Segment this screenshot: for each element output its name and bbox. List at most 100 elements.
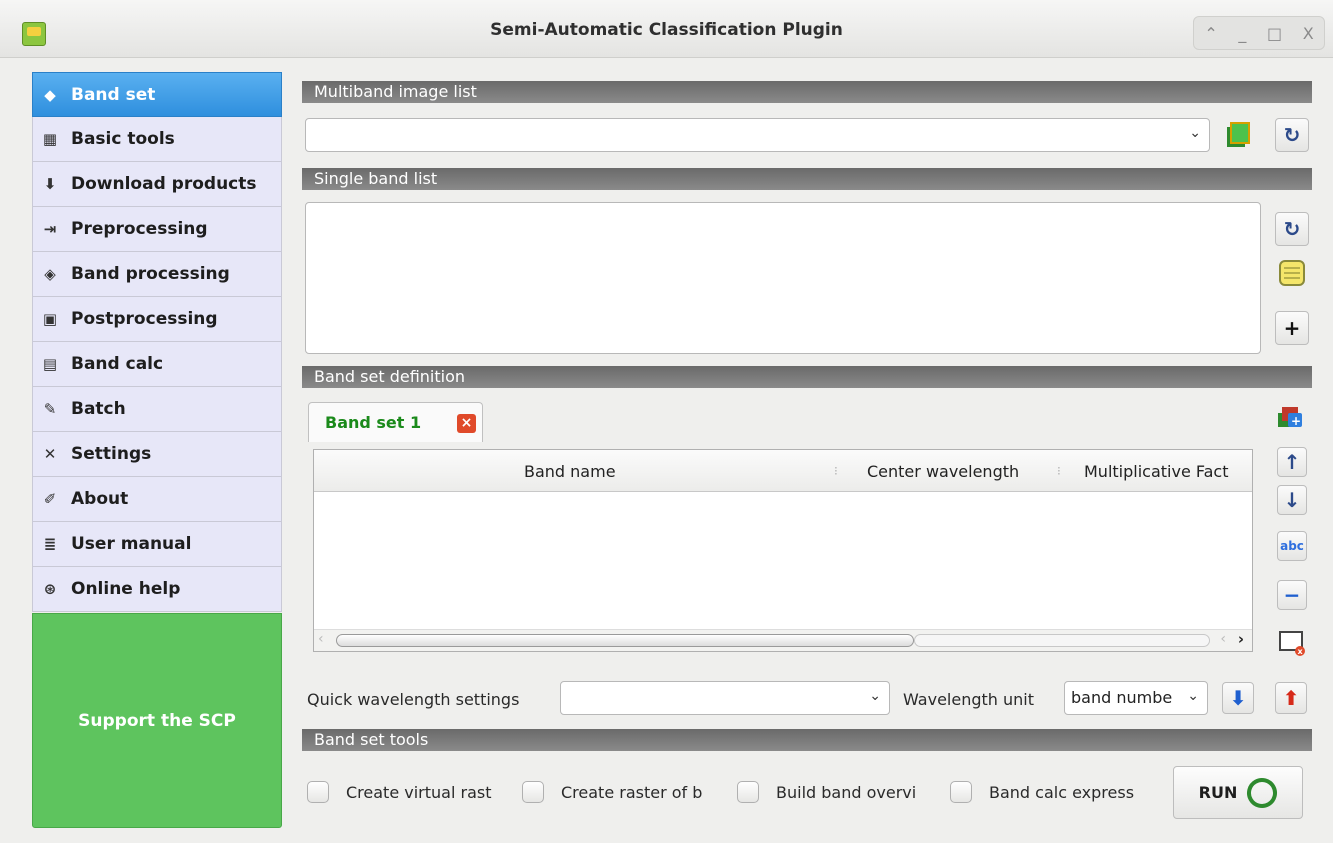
sidebar-item-label: Band set bbox=[71, 84, 156, 105]
import-wavelength-button[interactable]: ⬇ bbox=[1222, 682, 1254, 714]
column-multiplicative-factor[interactable]: Multiplicative Fact bbox=[1084, 462, 1228, 481]
sidebar-item-label: Preprocessing bbox=[71, 219, 208, 239]
chevron-down-icon: ⌄ bbox=[869, 688, 881, 704]
create-virtual-raster-label: Create virtual rast bbox=[346, 783, 492, 802]
sidebar-item-label: Online help bbox=[71, 579, 181, 599]
clear-band-set-icon[interactable]: x bbox=[1277, 628, 1307, 658]
title-bar: Semi-Automatic Classification Plugin ⌃ _… bbox=[0, 0, 1333, 58]
sort-bands-by-name-icon[interactable]: abc bbox=[1277, 531, 1307, 561]
wavelength-unit-label: Wavelength unit bbox=[903, 690, 1034, 709]
sidebar-item-label: User manual bbox=[71, 534, 192, 554]
quick-wavelength-label: Quick wavelength settings bbox=[307, 690, 520, 709]
sidebar-item-user-manual[interactable]: ≣ User manual bbox=[32, 522, 282, 567]
settings-icon: ✕ bbox=[43, 445, 57, 463]
section-band-set-tools: Band set tools bbox=[302, 729, 1312, 751]
sidebar-item-label: Settings bbox=[71, 444, 152, 464]
column-separator: ⁝ bbox=[834, 464, 838, 478]
table-header: Band name ⁝ Center wavelength ⁝ Multipli… bbox=[314, 450, 1252, 492]
sidebar-item-band-calc[interactable]: ▤ Band calc bbox=[32, 342, 282, 387]
run-label: RUN bbox=[1198, 783, 1238, 802]
export-wavelength-button[interactable]: ⬆ bbox=[1275, 682, 1307, 714]
sidebar-item-band-set[interactable]: ◆ Band set bbox=[32, 72, 282, 117]
close-window-button[interactable]: X bbox=[1303, 24, 1314, 43]
run-icon bbox=[1241, 772, 1283, 813]
calculator-icon: ▤ bbox=[42, 355, 58, 373]
refresh-single-band-button[interactable]: ↻ bbox=[1275, 212, 1309, 246]
create-virtual-raster-checkbox[interactable] bbox=[307, 781, 329, 803]
sidebar-item-online-help[interactable]: ⊛ Online help bbox=[32, 567, 282, 612]
column-center-wavelength[interactable]: Center wavelength bbox=[867, 462, 1019, 481]
quick-wavelength-combo[interactable]: ⌄ bbox=[560, 681, 890, 715]
sidebar-item-label: About bbox=[71, 489, 129, 509]
single-band-list[interactable] bbox=[305, 202, 1261, 354]
chevron-down-icon: ⌄ bbox=[1187, 688, 1199, 704]
sidebar-item-band-processing[interactable]: ◈ Band processing bbox=[32, 252, 282, 297]
section-single-band-list: Single band list bbox=[302, 168, 1312, 190]
tab-band-set-1-label: Band set 1 bbox=[325, 413, 422, 432]
sidebar-item-basic-tools[interactable]: ▦ Basic tools bbox=[32, 117, 282, 162]
create-raster-of-bands-label: Create raster of b bbox=[561, 783, 703, 802]
remove-band-button[interactable]: − bbox=[1277, 580, 1307, 610]
section-multiband-image-list: Multiband image list bbox=[302, 81, 1312, 103]
sidebar-item-settings[interactable]: ✕ Settings bbox=[32, 432, 282, 477]
create-raster-of-bands-checkbox[interactable] bbox=[522, 781, 544, 803]
scroll-right-icon[interactable]: › bbox=[1238, 630, 1244, 648]
shade-window-button[interactable]: ⌃ bbox=[1204, 24, 1217, 43]
move-up-button[interactable]: ↑ bbox=[1277, 447, 1307, 477]
scroll-left-small-icon[interactable]: ‹ bbox=[1220, 631, 1226, 647]
wavelength-unit-value: band numbe bbox=[1071, 688, 1173, 707]
svg-text:+: + bbox=[1291, 414, 1301, 428]
download-icon: ⬇ bbox=[43, 175, 57, 193]
run-button[interactable]: RUN bbox=[1173, 766, 1303, 819]
column-band-name[interactable]: Band name bbox=[524, 462, 616, 481]
horizontal-scrollbar[interactable]: ‹ ‹ › bbox=[314, 629, 1252, 651]
multiband-image-combo[interactable]: ⌄ bbox=[305, 118, 1210, 152]
sidebar-item-postprocessing[interactable]: ▣ Postprocessing bbox=[32, 297, 282, 342]
minimize-window-button[interactable]: _ bbox=[1238, 24, 1246, 43]
build-band-overviews-checkbox[interactable] bbox=[737, 781, 759, 803]
window-controls: ⌃ _ □ X bbox=[1193, 16, 1325, 50]
sidebar-item-label: Band processing bbox=[71, 264, 230, 284]
sidebar-item-label: Basic tools bbox=[71, 129, 175, 149]
refresh-multiband-button[interactable]: ↻ bbox=[1275, 118, 1309, 152]
sidebar-item-label: Batch bbox=[71, 399, 126, 419]
band-calc-expression-checkbox[interactable] bbox=[950, 781, 972, 803]
basic-tools-icon: ▦ bbox=[42, 130, 58, 148]
add-band-set-icon[interactable]: + bbox=[1275, 400, 1305, 430]
sidebar-item-about[interactable]: ✐ About bbox=[32, 477, 282, 522]
sidebar: ◆ Band set ▦ Basic tools ⬇ Download products ⇥… bbox=[32, 72, 282, 832]
svg-text:x: x bbox=[1298, 647, 1304, 656]
sidebar-item-batch[interactable]: ✎ Batch bbox=[32, 387, 282, 432]
sidebar-item-label: Download products bbox=[71, 174, 257, 194]
support-the-scp-button[interactable]: Support the SCP bbox=[32, 613, 282, 828]
about-icon: ✐ bbox=[43, 490, 57, 508]
select-all-icon[interactable] bbox=[1277, 258, 1307, 288]
scrollbar-track[interactable] bbox=[914, 634, 1210, 647]
help-icon: ⊛ bbox=[43, 580, 57, 598]
column-separator: ⁝ bbox=[1057, 464, 1061, 478]
band-calc-expression-label: Band calc express bbox=[989, 783, 1135, 802]
chevron-down-icon: ⌄ bbox=[1189, 125, 1201, 141]
maximize-window-button[interactable]: □ bbox=[1267, 24, 1282, 43]
band-table[interactable]: Band name ⁝ Center wavelength ⁝ Multipli… bbox=[313, 449, 1253, 652]
build-band-overviews-label: Build band overvi bbox=[776, 783, 917, 802]
sidebar-item-preprocessing[interactable]: ⇥ Preprocessing bbox=[32, 207, 282, 252]
tab-band-set-1[interactable]: Band set 1 × bbox=[308, 402, 483, 442]
add-band-button[interactable]: + bbox=[1275, 311, 1309, 345]
postprocessing-icon: ▣ bbox=[42, 310, 58, 328]
sidebar-item-label: Postprocessing bbox=[71, 309, 218, 329]
preprocessing-icon: ⇥ bbox=[43, 220, 57, 238]
band-set-icon: ◆ bbox=[44, 85, 56, 104]
scrollbar-thumb[interactable] bbox=[336, 634, 914, 647]
scroll-left-icon[interactable]: ‹ bbox=[318, 631, 324, 647]
section-band-set-definition: Band set definition bbox=[302, 366, 1312, 388]
manual-icon: ≣ bbox=[43, 535, 57, 553]
sidebar-item-download-products[interactable]: ⬇ Download products bbox=[32, 162, 282, 207]
band-processing-icon: ◈ bbox=[44, 265, 56, 283]
wavelength-unit-combo[interactable]: band numbe ⌄ bbox=[1064, 681, 1208, 715]
move-down-button[interactable]: ↓ bbox=[1277, 485, 1307, 515]
close-icon[interactable]: × bbox=[457, 414, 476, 433]
batch-icon: ✎ bbox=[43, 400, 57, 418]
sidebar-item-label: Band calc bbox=[71, 354, 164, 374]
open-multiband-icon[interactable] bbox=[1223, 120, 1253, 150]
